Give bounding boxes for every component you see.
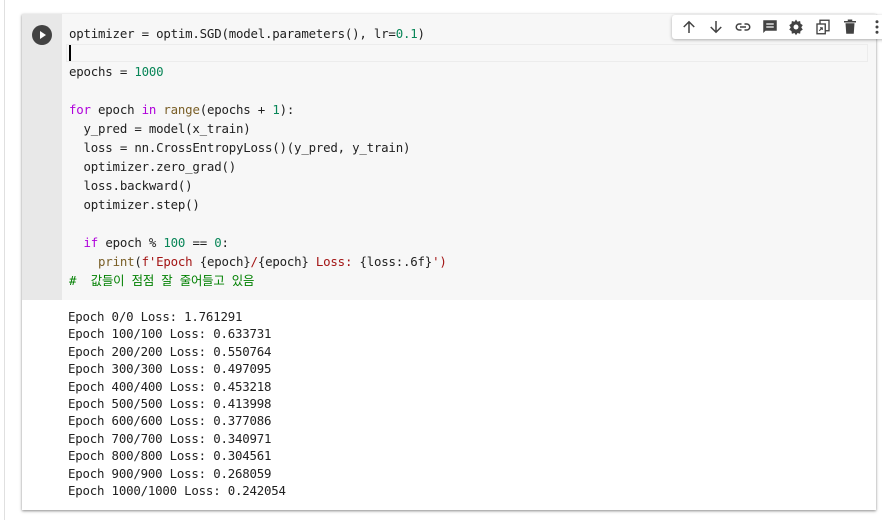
code-token: {loss:.6f} — [359, 254, 433, 269]
code-line: for epoch in range(epochs + 1): — [69, 100, 447, 119]
add-comment-button[interactable] — [756, 16, 783, 38]
code-line: if epoch % 100 == 0: — [69, 233, 447, 252]
copy-link-button[interactable] — [730, 16, 757, 38]
output-line: Epoch 700/700 Loss: 0.340971 — [68, 430, 272, 446]
cell-gutter — [22, 14, 62, 300]
code-token: if — [83, 235, 99, 250]
gear-icon — [789, 19, 804, 36]
code-token: # 값들이 점점 잘 줄어들고 있음 — [69, 273, 255, 288]
code-token: ') — [432, 254, 447, 269]
code-token: y_pred = model(x_train) — [69, 121, 251, 136]
cell-toolbar — [672, 15, 882, 39]
code-token: epochs = — [69, 64, 135, 79]
code-token: epoch % — [98, 235, 164, 250]
output-line: Epoch 800/800 Loss: 0.304561 — [68, 448, 272, 464]
code-token: ( — [134, 254, 142, 269]
code-token: Loss: — [308, 254, 360, 269]
code-token: in — [141, 102, 157, 117]
code-token: f'Epoch — [141, 254, 200, 269]
output-line: Epoch 400/400 Loss: 0.453218 — [68, 378, 272, 394]
output-line: Epoch 0/0 Loss: 1.761291 — [68, 309, 243, 324]
code-token: == — [185, 235, 215, 250]
code-line: # 값들이 점점 잘 줄어들고 있음 — [69, 271, 447, 290]
code-cell[interactable]: optimizer = optim.SGD(model.parameters()… — [22, 14, 882, 510]
code-token: 0 — [214, 235, 222, 250]
code-editor[interactable]: optimizer = optim.SGD(model.parameters()… — [22, 14, 876, 300]
trash-icon — [843, 19, 856, 34]
code-token: loss = nn.CrossEntropyLoss()(y_pred, y_t… — [69, 140, 411, 155]
comment-icon — [762, 20, 777, 33]
code-token: loss.backward() — [69, 178, 193, 193]
code-token: optimizer = optim.SGD(model.parameters()… — [69, 26, 396, 41]
move-cell-down-button[interactable] — [703, 16, 730, 38]
code-token: optimizer.step() — [69, 197, 200, 212]
code-line: optimizer.zero_grad() — [69, 157, 447, 176]
link-icon — [735, 23, 751, 31]
more-options-button[interactable] — [863, 16, 882, 38]
code-token: 1 — [272, 102, 280, 117]
output-line: Epoch 500/500 Loss: 0.413998 — [68, 396, 272, 412]
arrow-down-icon — [710, 21, 722, 34]
code-line: epochs = 1000 — [69, 62, 447, 81]
code-line: y_pred = model(x_train) — [69, 119, 447, 138]
mirror-cell-button[interactable] — [810, 16, 837, 38]
code-line: optimizer = optim.SGD(model.parameters()… — [69, 24, 447, 43]
code-token: {epoch} — [257, 254, 309, 269]
code-token: (epochs + — [199, 102, 273, 117]
code-token: : — [221, 235, 229, 250]
code-token: ) — [417, 26, 425, 41]
code-token: range — [163, 102, 200, 117]
more-vert-icon — [875, 20, 879, 34]
output-line: Epoch 100/100 Loss: 0.633731 — [68, 326, 272, 342]
output-line: Epoch 600/600 Loss: 0.377086 — [68, 413, 272, 429]
move-cell-up-button[interactable] — [676, 16, 703, 38]
code-token: print — [98, 254, 135, 269]
notebook-left-border — [4, 0, 5, 520]
code-token: 100 — [163, 235, 186, 250]
output-line: Epoch 300/300 Loss: 0.497095 — [68, 361, 272, 377]
code-token: 0.1 — [395, 26, 418, 41]
mirror-cell-icon — [816, 19, 830, 35]
code-line: print(f'Epoch {epoch}/{epoch} Loss: {los… — [69, 252, 447, 271]
code-token: 1000 — [134, 64, 164, 79]
arrow-up-icon — [683, 20, 696, 33]
code-line: loss = nn.CrossEntropyLoss()(y_pred, y_t… — [69, 138, 447, 157]
code-line: optimizer.step() — [69, 195, 447, 214]
code-line: loss.backward() — [69, 176, 447, 195]
run-cell-button[interactable] — [32, 25, 52, 45]
code-token: optimizer.zero_grad() — [69, 159, 237, 174]
code-token: for — [69, 102, 91, 117]
code-token: {epoch} — [199, 254, 251, 269]
cell-settings-button[interactable] — [783, 16, 810, 38]
delete-cell-button[interactable] — [837, 16, 864, 38]
code-token: ): — [279, 102, 295, 117]
output-line: Epoch 1000/1000 Loss: 0.242054 — [68, 483, 286, 499]
cell-output: Epoch 0/0 Loss: 1.761291 Epoch 100/100 Lo… — [68, 308, 286, 499]
output-line: Epoch 900/900 Loss: 0.268059 — [68, 465, 272, 481]
code-token: epoch — [90, 102, 142, 117]
code-text[interactable]: optimizer = optim.SGD(model.parameters()… — [69, 24, 447, 290]
output-line: Epoch 200/200 Loss: 0.550764 — [68, 343, 272, 359]
code-token: / — [250, 254, 258, 269]
